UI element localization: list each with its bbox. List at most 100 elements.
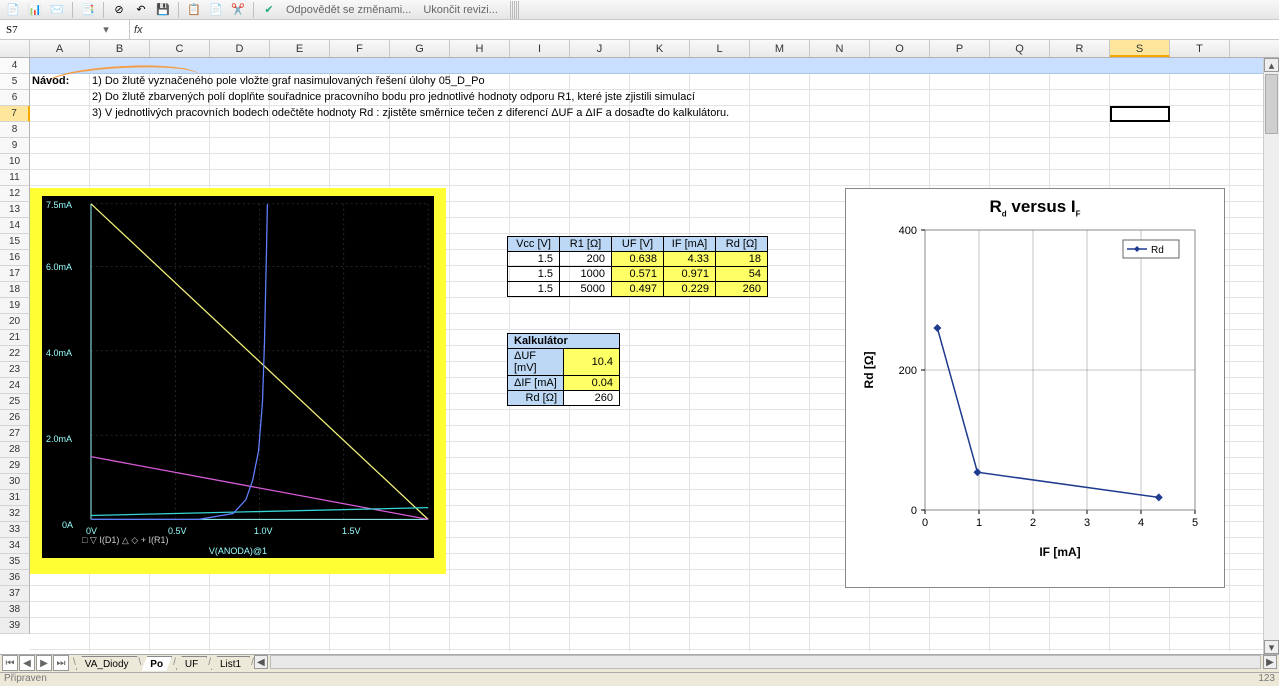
row-header-33[interactable]: 33 — [0, 522, 30, 538]
reply-with-changes-link[interactable]: Odpovědět se změnami... — [282, 4, 415, 16]
row-header-37[interactable]: 37 — [0, 586, 30, 602]
worksheet[interactable]: Návod: 1) Do žlutě vyznačeného pole vlož… — [30, 58, 1279, 652]
cell[interactable]: 0.571 — [612, 267, 664, 282]
cell[interactable]: 1000 — [560, 267, 612, 282]
cell[interactable]: 5000 — [560, 282, 612, 297]
grid-area[interactable]: 4567891011121314151617181920212223242526… — [0, 58, 1279, 652]
row-header-5[interactable]: 5 — [0, 74, 30, 90]
worksheet-icon[interactable]: 📊 — [26, 1, 44, 19]
kalk-du-value[interactable]: 10.4 — [564, 349, 620, 376]
paste-icon[interactable]: 📄 — [207, 1, 225, 19]
col-header-H[interactable]: H — [450, 40, 510, 57]
row-header-34[interactable]: 34 — [0, 538, 30, 554]
row-header-32[interactable]: 32 — [0, 506, 30, 522]
save-icon[interactable]: 💾 — [154, 1, 172, 19]
row-header-24[interactable]: 24 — [0, 378, 30, 394]
row-header-11[interactable]: 11 — [0, 170, 30, 186]
cell[interactable]: 200 — [560, 252, 612, 267]
cell[interactable]: 1.5 — [508, 252, 560, 267]
cell[interactable]: 0.229 — [664, 282, 716, 297]
row-header-20[interactable]: 20 — [0, 314, 30, 330]
tab-next-icon[interactable]: ▶ — [36, 655, 52, 671]
pspice-plot[interactable]: 7.5mA 6.0mA 4.0mA 2.0mA 0A 0V 0.5V 1.0V … — [30, 188, 446, 574]
fx-icon[interactable]: fx — [134, 24, 143, 36]
hscroll-right-icon[interactable]: ▶ — [1263, 655, 1277, 669]
col-header-K[interactable]: K — [630, 40, 690, 57]
row-header-26[interactable]: 26 — [0, 410, 30, 426]
cell[interactable]: 0.497 — [612, 282, 664, 297]
copy-icon[interactable]: 📋 — [185, 1, 203, 19]
row-header-15[interactable]: 15 — [0, 234, 30, 250]
col-header-L[interactable]: L — [690, 40, 750, 57]
row-header-17[interactable]: 17 — [0, 266, 30, 282]
cell[interactable]: 0.638 — [612, 252, 664, 267]
vertical-scrollbar[interactable]: ▴ ▾ — [1263, 58, 1279, 654]
row-header-29[interactable]: 29 — [0, 458, 30, 474]
col-header-F[interactable]: F — [330, 40, 390, 57]
cell[interactable]: 260 — [716, 282, 768, 297]
row-header-9[interactable]: 9 — [0, 138, 30, 154]
col-header-R[interactable]: R — [1050, 40, 1110, 57]
row-header-27[interactable]: 27 — [0, 426, 30, 442]
kalk-di-value[interactable]: 0.04 — [564, 376, 620, 391]
col-header-O[interactable]: O — [870, 40, 930, 57]
col-header-S[interactable]: S — [1110, 40, 1170, 57]
envelope-icon[interactable]: ✉️ — [48, 1, 66, 19]
col-header-N[interactable]: N — [810, 40, 870, 57]
col-header-G[interactable]: G — [390, 40, 450, 57]
page-preview-icon[interactable]: 📑 — [79, 1, 97, 19]
col-header-C[interactable]: C — [150, 40, 210, 57]
row-header-28[interactable]: 28 — [0, 442, 30, 458]
row-header-4[interactable]: 4 — [0, 58, 30, 74]
row-header-6[interactable]: 6 — [0, 90, 30, 106]
select-all-corner[interactable] — [0, 40, 30, 57]
row-header-19[interactable]: 19 — [0, 298, 30, 314]
tab-prev-icon[interactable]: ◀ — [19, 655, 35, 671]
tab-po[interactable]: Po — [141, 656, 172, 671]
row-header-39[interactable]: 39 — [0, 618, 30, 634]
cell[interactable]: 18 — [716, 252, 768, 267]
row-header-12[interactable]: 12 — [0, 186, 30, 202]
row-header-35[interactable]: 35 — [0, 554, 30, 570]
scroll-thumb[interactable] — [1265, 74, 1278, 134]
end-revision-link[interactable]: Ukončit revizi... — [419, 4, 502, 16]
row-header-22[interactable]: 22 — [0, 346, 30, 362]
check-icon[interactable]: ✔ — [260, 1, 278, 19]
cancel-icon[interactable]: ⊘ — [110, 1, 128, 19]
tab-uf[interactable]: UF — [176, 656, 207, 670]
name-box-dropdown-icon[interactable]: ▾ — [98, 23, 114, 36]
row-header-23[interactable]: 23 — [0, 362, 30, 378]
col-header-E[interactable]: E — [270, 40, 330, 57]
cut-icon[interactable]: ✂️ — [229, 1, 247, 19]
col-header-D[interactable]: D — [210, 40, 270, 57]
row-header-38[interactable]: 38 — [0, 602, 30, 618]
tab-first-icon[interactable]: ⏮ — [2, 655, 18, 671]
col-header-T[interactable]: T — [1170, 40, 1230, 57]
row-header-16[interactable]: 16 — [0, 250, 30, 266]
col-header-P[interactable]: P — [930, 40, 990, 57]
scroll-down-icon[interactable]: ▾ — [1264, 640, 1279, 654]
col-header-M[interactable]: M — [750, 40, 810, 57]
col-header-J[interactable]: J — [570, 40, 630, 57]
col-header-Q[interactable]: Q — [990, 40, 1050, 57]
scroll-up-icon[interactable]: ▴ — [1264, 58, 1279, 72]
col-header-I[interactable]: I — [510, 40, 570, 57]
row-header-7[interactable]: 7 — [0, 106, 30, 122]
tab-last-icon[interactable]: ⏭ — [53, 655, 69, 671]
tab-va-diody[interactable]: VA_Diody — [76, 656, 138, 670]
new-doc-icon[interactable]: 📄 — [4, 1, 22, 19]
undo-icon[interactable]: ↶ — [132, 1, 150, 19]
cell[interactable]: 0.971 — [664, 267, 716, 282]
row-header-36[interactable]: 36 — [0, 570, 30, 586]
row-header-25[interactable]: 25 — [0, 394, 30, 410]
toolbar-grip-icon[interactable] — [510, 1, 520, 19]
row-header-14[interactable]: 14 — [0, 218, 30, 234]
row-header-13[interactable]: 13 — [0, 202, 30, 218]
cell[interactable]: 1.5 — [508, 267, 560, 282]
horizontal-scrollbar[interactable]: ◀ ▶ — [254, 655, 1279, 669]
cell[interactable]: 4.33 — [664, 252, 716, 267]
col-header-B[interactable]: B — [90, 40, 150, 57]
row-header-31[interactable]: 31 — [0, 490, 30, 506]
row-header-30[interactable]: 30 — [0, 474, 30, 490]
cell-reference-input[interactable] — [0, 24, 98, 36]
